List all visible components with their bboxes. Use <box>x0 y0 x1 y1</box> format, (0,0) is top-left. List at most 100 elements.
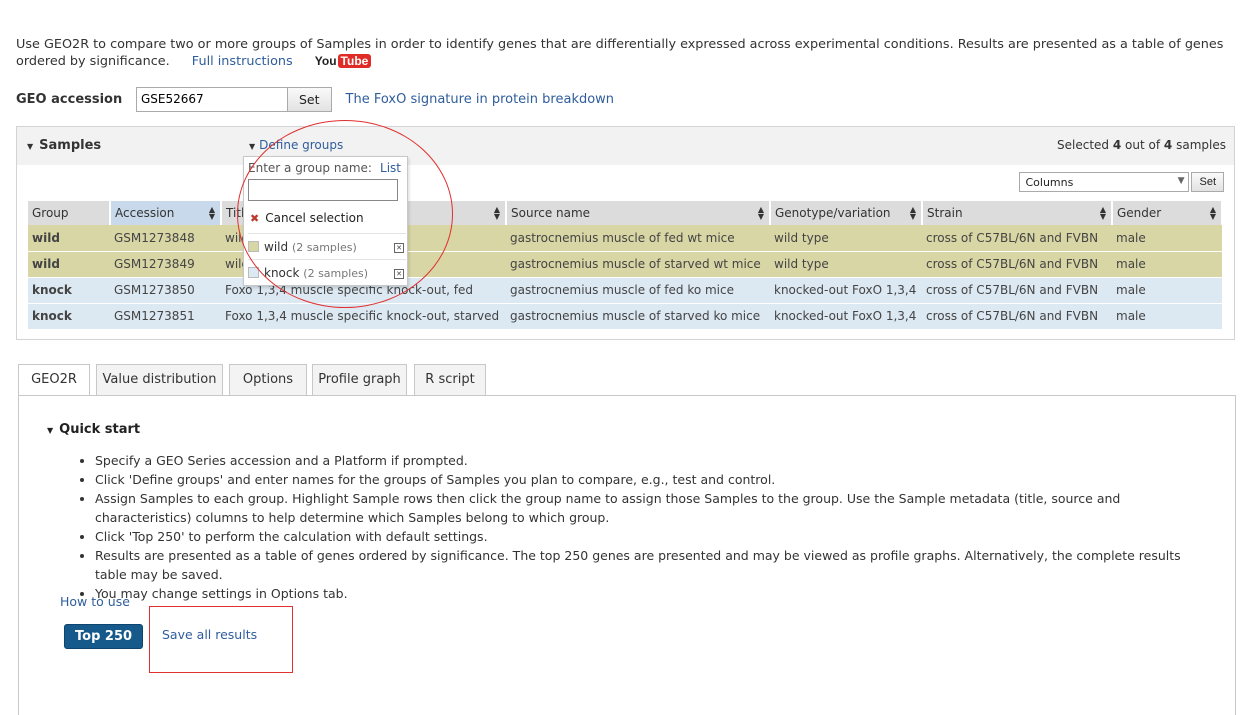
full-instructions-link[interactable]: Full instructions <box>192 54 293 69</box>
cell-title: Foxo 1,3,4 muscle specific knock-out, st… <box>221 303 506 330</box>
how-to-use-link[interactable]: How to use <box>60 594 130 609</box>
list-item: Assign Samples to each group. Highlight … <box>95 489 1207 527</box>
column-header-strain[interactable]: Strain ▲ ▼ <box>922 201 1113 225</box>
selected-count: 4 <box>1112 138 1122 152</box>
remove-group-icon[interactable]: ✕ <box>394 243 404 253</box>
group-name: wild <box>264 240 289 254</box>
chevron-down-icon: ▼ <box>1177 176 1185 186</box>
geo-accession-row: GEO accession Set The FoxO signature in … <box>16 86 614 112</box>
column-header-accession[interactable]: Accession ▲ ▼ <box>110 201 222 225</box>
selected-mid: out of <box>1125 138 1161 152</box>
triangle-down-icon: ▼ <box>27 142 34 151</box>
cell-genotype: knocked-out FoxO 1,3,4 <box>770 277 922 304</box>
samples-table-area: Columns ▼ Set Group Accession ▲ ▼ Title ▲ ▼ S… <box>17 165 1234 339</box>
total-count: 4 <box>1163 138 1173 152</box>
youtube-logo-you: You <box>314 54 337 68</box>
intro-text: Use GEO2R to compare two or more groups … <box>16 36 1226 70</box>
cell-strain: cross of C57BL/6N and FVBN <box>922 225 1112 252</box>
header-label: Strain <box>927 206 963 220</box>
remove-group-icon[interactable]: ✕ <box>394 269 404 279</box>
series-title-link[interactable]: The FoxO signature in protein breakdown <box>346 92 615 107</box>
header-label: Accession <box>115 206 175 220</box>
header-label: Group <box>32 206 69 220</box>
column-header-source-name[interactable]: Source name ▲ ▼ <box>506 201 771 225</box>
table-row[interactable]: knock GSM1273850 Foxo 1,3,4 muscle speci… <box>28 277 1222 304</box>
define-groups-popup: Enter a group name: List ✖ Cancel selecti… <box>243 156 408 286</box>
sort-icon: ▲ ▼ <box>208 205 215 221</box>
header-label: Gender <box>1117 206 1162 220</box>
tab-geo2r[interactable]: GEO2R <box>18 364 90 396</box>
cell-genotype: knocked-out FoxO 1,3,4 <box>770 303 922 330</box>
sort-icon: ▲ ▼ <box>1209 205 1216 221</box>
group-count: (2 samples) <box>303 267 369 280</box>
sort-icon: ▲ ▼ <box>1099 205 1106 221</box>
group-name-label: Enter a group name: <box>248 161 372 175</box>
table-row[interactable]: wild GSM1273849 wild type, starved gastr… <box>28 251 1222 278</box>
close-icon: ✖ <box>250 212 260 225</box>
cancel-selection-button[interactable]: ✖ Cancel selection <box>250 211 364 225</box>
sort-icon: ▲ ▼ <box>493 205 500 221</box>
quick-start-toggle[interactable]: ▼ Quick start <box>47 422 140 437</box>
column-header-genotype[interactable]: Genotype/variation ▲ ▼ <box>770 201 923 225</box>
geo-accession-input[interactable] <box>136 86 288 112</box>
tab-options[interactable]: Options <box>229 364 307 395</box>
selected-suffix: samples <box>1176 138 1226 152</box>
cell-source: gastrocnemius muscle of fed wt mice <box>506 225 770 252</box>
group-item-knock[interactable]: knock (2 samples) ✕ <box>248 259 406 285</box>
table-row[interactable]: wild GSM1273848 wild type, fed gastrocne… <box>28 225 1222 252</box>
columns-set-button[interactable]: Set <box>1191 172 1224 192</box>
cell-source: gastrocnemius muscle of starved ko mice <box>506 303 770 330</box>
define-groups-label: Define groups <box>259 138 344 152</box>
cell-accession: GSM1273849 <box>110 251 221 278</box>
cell-group: knock <box>28 277 110 304</box>
group-color-swatch <box>248 267 259 278</box>
cell-group: wild <box>28 225 110 252</box>
list-item: Specify a GEO Series accession and a Pla… <box>95 451 1207 470</box>
cell-gender: male <box>1112 225 1222 252</box>
define-groups-link[interactable]: ▼ Define groups <box>249 138 343 152</box>
quick-start-list: Specify a GEO Series accession and a Pla… <box>77 451 1207 603</box>
cell-group: knock <box>28 303 110 330</box>
group-name: knock <box>264 266 300 280</box>
samples-toggle[interactable]: ▼ Samples <box>27 138 101 153</box>
header-label: Source name <box>511 206 591 220</box>
top-250-button[interactable]: Top 250 <box>64 624 144 649</box>
columns-select[interactable]: Columns ▼ <box>1019 172 1190 192</box>
cell-strain: cross of C57BL/6N and FVBN <box>922 251 1112 278</box>
samples-title: Samples <box>39 138 102 153</box>
group-item-wild[interactable]: wild (2 samples) ✕ <box>248 233 406 259</box>
group-name-input[interactable] <box>248 179 398 201</box>
cell-accession: GSM1273848 <box>110 225 221 252</box>
list-item: You may change settings in Options tab. <box>95 584 1207 603</box>
cell-accession: GSM1273851 <box>110 303 221 330</box>
sort-icon: ▲ ▼ <box>909 205 916 221</box>
cell-genotype: wild type <box>770 251 922 278</box>
header-label: Genotype/variation <box>775 206 891 220</box>
columns-select-value: Columns <box>1025 176 1074 189</box>
column-header-group[interactable]: Group <box>28 201 111 225</box>
cell-source: gastrocnemius muscle of fed ko mice <box>506 277 770 304</box>
youtube-icon[interactable]: You Tube <box>315 53 372 70</box>
cell-strain: cross of C57BL/6N and FVBN <box>922 277 1112 304</box>
column-header-gender[interactable]: Gender ▲ ▼ <box>1112 201 1223 225</box>
tab-profile-graph[interactable]: Profile graph <box>312 364 407 395</box>
samples-panel: ▼ Samples ▼ Define groups Selected 4 out o… <box>16 126 1235 340</box>
table-row[interactable]: knock GSM1273851 Foxo 1,3,4 muscle speci… <box>28 303 1222 330</box>
cell-strain: cross of C57BL/6N and FVBN <box>922 303 1112 330</box>
cancel-selection-label: Cancel selection <box>265 211 364 225</box>
tab-r-script[interactable]: R script <box>414 364 486 395</box>
save-all-results-link[interactable]: Save all results <box>162 627 257 642</box>
cell-gender: male <box>1112 251 1222 278</box>
group-count: (2 samples) <box>291 241 357 254</box>
accession-set-button[interactable]: Set <box>288 86 332 112</box>
geo2r-panel: ▼ Quick start Specify a GEO Series access… <box>18 395 1236 715</box>
samples-header: ▼ Samples ▼ Define groups Selected 4 out o… <box>17 127 1234 165</box>
tab-value-distribution[interactable]: Value distribution <box>96 364 223 395</box>
cell-source: gastrocnemius muscle of starved wt mice <box>506 251 770 278</box>
geo-accession-label: GEO accession <box>16 91 123 107</box>
triangle-down-icon: ▼ <box>249 142 256 151</box>
samples-table: Group Accession ▲ ▼ Title ▲ ▼ Source name ▲ ▼ … <box>28 201 1223 330</box>
list-item: Click 'Define groups' and enter names fo… <box>95 470 1207 489</box>
list-item: Results are presented as a table of gene… <box>95 546 1207 584</box>
group-list-link[interactable]: List <box>380 161 401 175</box>
